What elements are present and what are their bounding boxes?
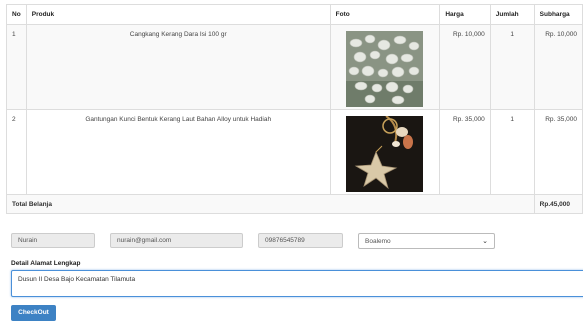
row-jumlah: 1 [489,24,535,110]
header-harga: Harga [439,4,491,25]
table-row: 1 Cangkang Kerang Dara Isi 100 gr Rp. 10… [6,24,583,110]
table-header-row: No Produk Foto Harga Jumlah Subharga [6,4,583,25]
row-foto [329,24,441,110]
phone-input[interactable]: 09876545789 [258,233,343,248]
total-row: Total Belanja Rp.45,000 [6,194,583,214]
region-select[interactable]: Boalemo ⌄ [358,233,495,249]
row-no: 1 [6,24,27,110]
address-textarea[interactable]: Dusun II Desa Bajo Kecamatan Tilamuta [11,270,583,297]
row-jumlah: 1 [489,109,535,195]
chevron-down-icon: ⌄ [482,238,488,245]
row-subharga: Rp. 35,000 [533,109,583,195]
total-label: Total Belanja [6,194,535,214]
product-photo-keychain [346,116,424,192]
row-no: 2 [6,109,27,195]
header-foto: Foto [329,4,441,25]
row-produk: Cangkang Kerang Dara Isi 100 gr [25,24,331,110]
detail-address-label: Detail Alamat Lengkap [11,260,81,267]
product-photo-shells [346,31,424,107]
row-harga: Rp. 35,000 [439,109,491,195]
header-subharga: Subharga [533,4,583,25]
email-input[interactable]: nurain@gmail.com [110,233,243,248]
row-foto [329,109,441,195]
header-no: No [6,4,27,25]
row-harga: Rp. 10,000 [439,24,491,110]
row-produk: Gantungan Kunci Bentuk Kerang Laut Bahan… [25,109,331,195]
name-input[interactable]: Nurain [11,233,95,248]
total-value: Rp.45,000 [533,194,583,214]
header-jumlah: Jumlah [489,4,535,25]
row-subharga: Rp. 10,000 [533,24,583,110]
checkout-button[interactable]: CheckOut [11,305,56,321]
region-select-value: Boalemo [365,238,391,245]
cart-table: No Produk Foto Harga Jumlah Subharga 1 C… [6,4,583,214]
header-produk: Produk [25,4,331,25]
table-row: 2 Gantungan Kunci Bentuk Kerang Laut Bah… [6,109,583,195]
